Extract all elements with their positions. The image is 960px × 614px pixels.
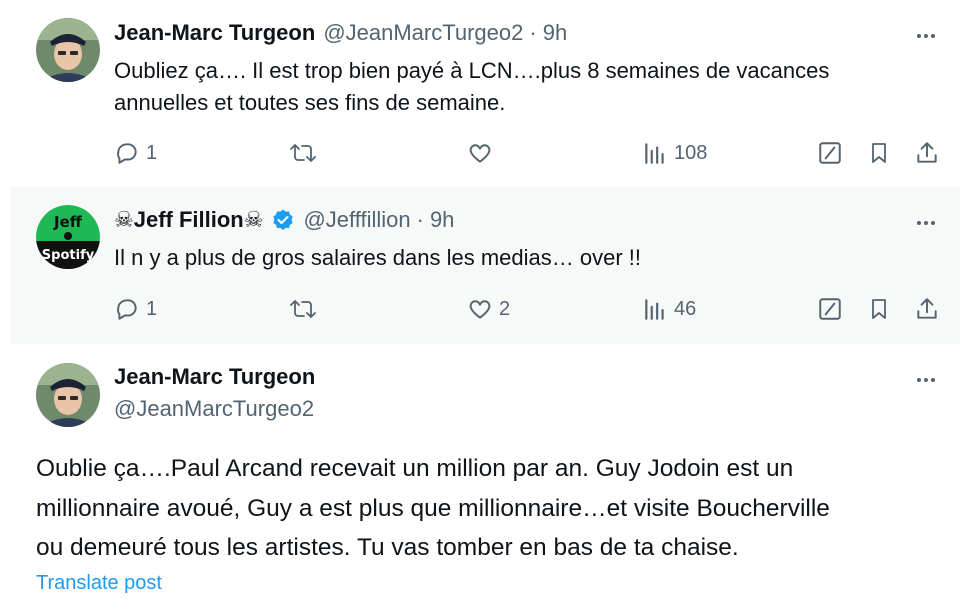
share-button[interactable] (914, 291, 940, 327)
author-name[interactable]: Jean-Marc Turgeon (114, 20, 315, 46)
tweet-text: Oublie ça….Paul Arcand recevait un milli… (36, 449, 946, 568)
heart-icon (467, 140, 493, 166)
bookmark-button[interactable] (867, 291, 891, 327)
avatar-text: Spotify (42, 248, 95, 263)
avatar[interactable] (36, 363, 100, 427)
more-icon[interactable] (912, 22, 940, 50)
tweet-text-line: ou demeuré tous les artistes. Tu vas tom… (36, 534, 739, 561)
views-button[interactable]: 46 (642, 291, 696, 327)
retweet-button[interactable] (289, 135, 323, 171)
tweet-text-line: Oublie ça….Paul Arcand recevait un milli… (36, 455, 794, 482)
tweet-header: Jean-Marc Turgeon @JeanMarcTurgeo2 · 9h (114, 20, 567, 46)
grok-button[interactable] (817, 135, 843, 171)
action-bar: 1 108 (114, 135, 950, 171)
tweet-text-line: Il n y a plus de gros salaires dans les … (114, 245, 642, 270)
translate-post-link[interactable]: Translate post (36, 572, 162, 595)
avatar[interactable] (36, 18, 100, 82)
author-handle[interactable]: @JeanMarcTurgeo2 (323, 20, 523, 46)
views-icon (642, 140, 668, 166)
views-count: 108 (674, 141, 708, 164)
retweet-icon (289, 140, 317, 166)
bookmark-icon (867, 296, 891, 322)
verified-badge-icon[interactable] (271, 208, 295, 232)
more-icon[interactable] (912, 366, 940, 394)
author-handle[interactable]: @Jefffillion (303, 207, 410, 233)
author-name-prefix-emoji: ☠ (114, 207, 134, 232)
reply-button[interactable]: 1 (114, 291, 157, 327)
grok-icon (817, 140, 843, 166)
reply-count: 1 (146, 297, 158, 320)
reply-icon (114, 140, 140, 166)
reply-icon (114, 296, 140, 322)
retweet-icon (289, 296, 317, 322)
timestamp[interactable]: 9h (543, 20, 567, 46)
tweet-text: Il n y a plus de gros salaires dans les … (114, 242, 934, 274)
views-count: 46 (674, 297, 697, 320)
tweet-text-line: millionnaire avoué, Guy a est plus que m… (36, 494, 830, 522)
action-bar: 1 2 46 (114, 291, 950, 327)
like-count: 2 (499, 297, 511, 320)
author-name[interactable]: Jeff Fillion (134, 207, 244, 233)
tweet-text: Oubliez ça…. Il est trop bien payé à LCN… (114, 55, 934, 119)
reply-count: 1 (146, 141, 158, 164)
timestamp[interactable]: 9h (430, 207, 454, 233)
like-button[interactable]: 2 (467, 291, 510, 327)
more-icon[interactable] (912, 209, 940, 237)
retweet-button[interactable] (289, 291, 323, 327)
grok-icon (817, 296, 843, 322)
share-icon (914, 140, 940, 166)
heart-icon (467, 296, 493, 322)
tweet-text-line: Oubliez ça…. Il est trop bien payé à LCN… (114, 58, 830, 83)
like-button[interactable] (467, 135, 499, 171)
share-button[interactable] (914, 135, 940, 171)
tweet-header: ☠ Jeff Fillion ☠ @Jefffillion · 9h (114, 207, 454, 233)
views-button[interactable]: 108 (642, 135, 707, 171)
tweet-header-handle: @JeanMarcTurgeo2 (114, 396, 314, 422)
avatar[interactable]: Jeff Spotify (36, 205, 100, 269)
author-name[interactable]: Jean-Marc Turgeon (114, 364, 315, 390)
author-name-suffix-emoji: ☠ (243, 207, 264, 232)
tweet-focused[interactable]: Jean-Marc Turgeon @JeanMarcTurgeo2 Oubli… (10, 344, 960, 614)
tweet-highlighted[interactable]: Jeff Spotify ☠ Jeff Fillion ☠ @Jefffilli… (10, 187, 960, 344)
reply-button[interactable]: 1 (114, 135, 157, 171)
grok-button[interactable] (817, 291, 843, 327)
bookmark-button[interactable] (867, 135, 891, 171)
share-icon (914, 296, 940, 322)
tweet-text-line: annuelles et toutes ses fins de semaine. (114, 90, 506, 115)
bookmark-icon (867, 140, 891, 166)
tweet[interactable]: Jean-Marc Turgeon @JeanMarcTurgeo2 · 9h … (10, 0, 960, 187)
avatar-text: Jeff (53, 213, 83, 231)
views-icon (642, 296, 668, 322)
separator: · (416, 207, 424, 232)
separator: · (529, 20, 537, 45)
author-handle[interactable]: @JeanMarcTurgeo2 (114, 396, 314, 422)
tweet-header: Jean-Marc Turgeon (114, 364, 315, 390)
